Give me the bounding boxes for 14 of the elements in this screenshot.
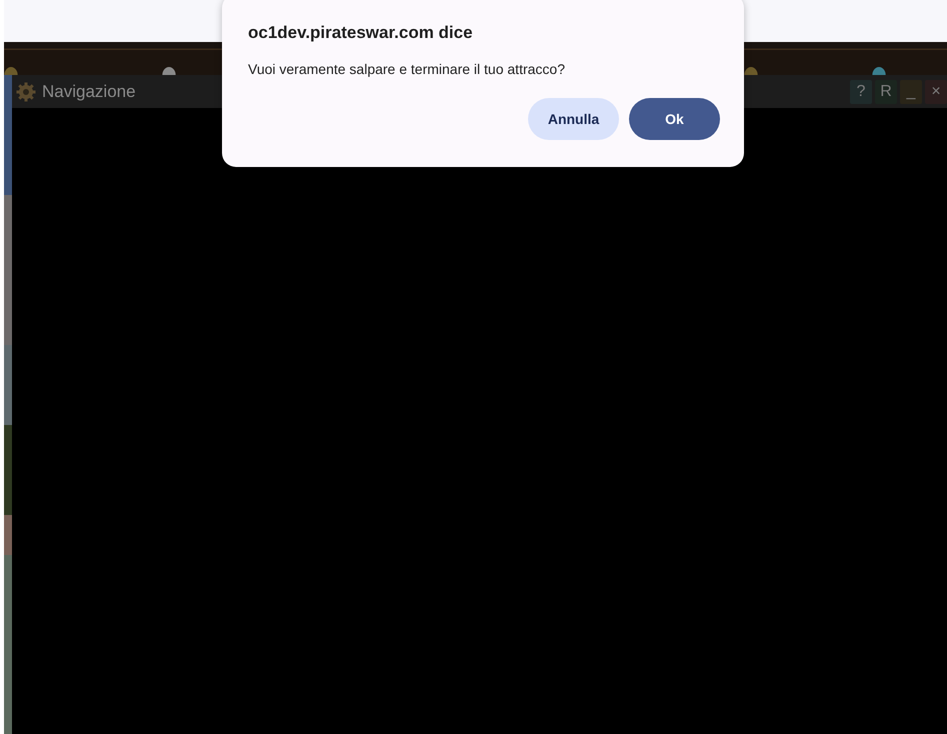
ok-button[interactable]: Ok [629, 98, 720, 140]
coin-icon [744, 67, 758, 75]
coin-icon [4, 67, 18, 75]
window-button[interactable]: ? [850, 80, 872, 104]
window-title: Navigazione [42, 82, 136, 102]
dialog-title: oc1dev.pirateswar.com dice [248, 23, 474, 43]
dialog-message: Vuoi veramente salpare e terminare il tuo attracco? [248, 61, 566, 77]
gear-icon [16, 82, 36, 102]
window-button[interactable]: × [925, 80, 947, 104]
cancel-button[interactable]: Annulla [528, 98, 619, 140]
shape-icon [162, 67, 176, 75]
window-button[interactable]: _ [900, 80, 922, 104]
gem-icon [872, 67, 886, 75]
window-button[interactable]: R [875, 80, 897, 104]
